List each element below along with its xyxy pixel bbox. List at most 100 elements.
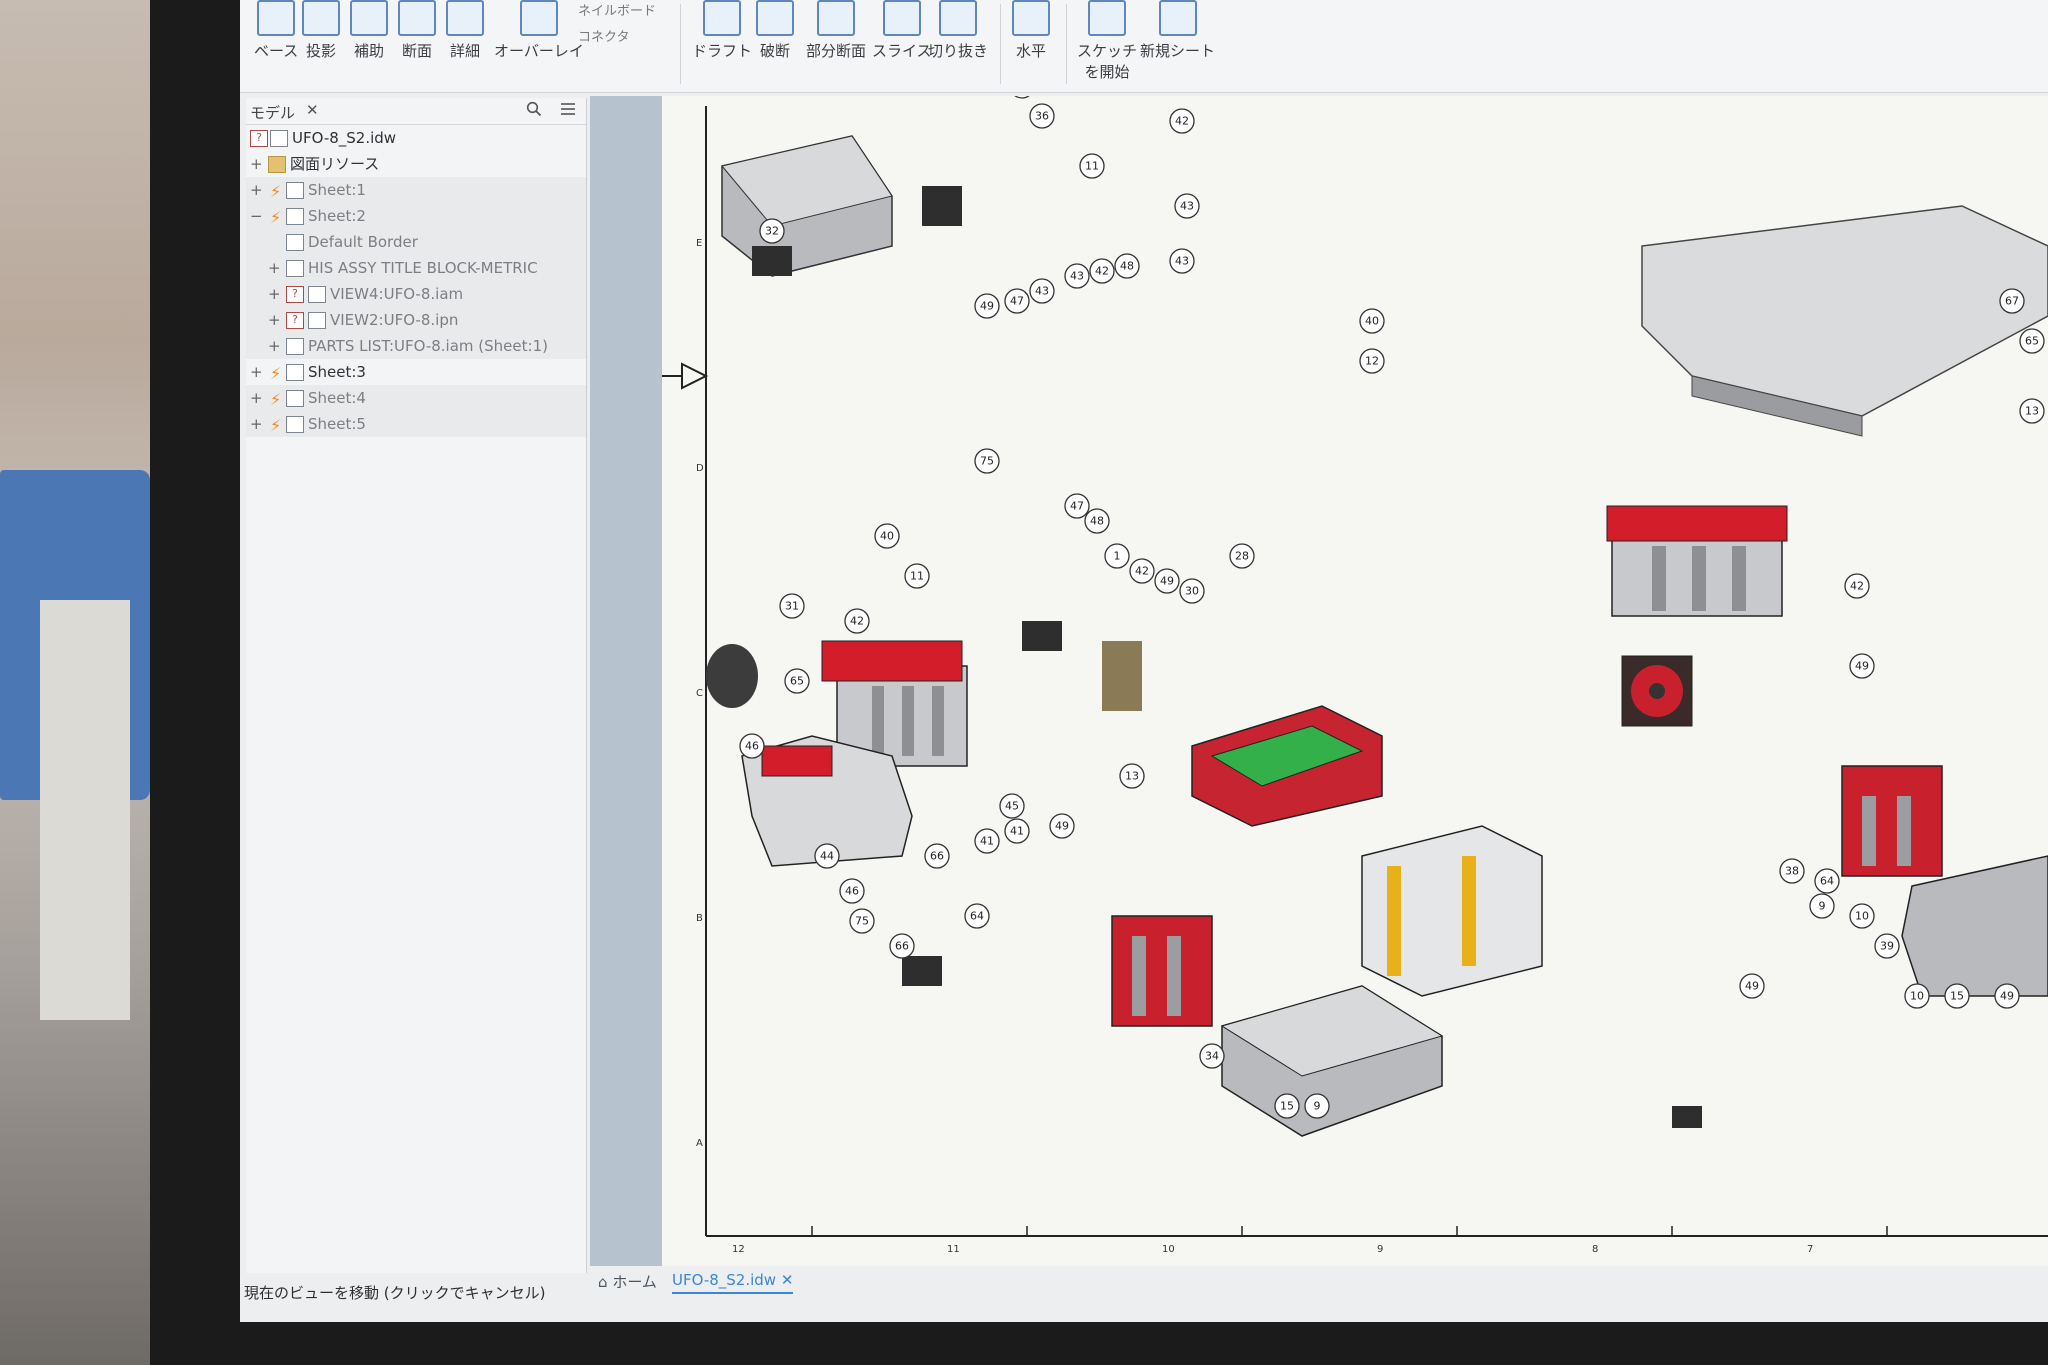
item-balloon[interactable]: 65 [2019,328,2045,354]
break-button[interactable]: 破断 [756,0,794,61]
item-balloon[interactable]: 42 [1009,73,1035,99]
item-balloon[interactable]: 30 [1179,578,1205,604]
item-balloon[interactable]: 75 [849,908,875,934]
drawing-sheet[interactable]: E D C B A 12 11 10 9 8 7 36 11 32 42 43 … [662,73,2048,1266]
overlay-view-button[interactable]: オーバーレイ [494,0,584,61]
item-balloon[interactable]: 48 [1114,253,1140,279]
expand-icon[interactable]: + [268,333,281,359]
item-balloon[interactable]: 49 [1154,568,1180,594]
item-balloon[interactable]: 10 [1904,983,1930,1009]
tree-item-view4[interactable]: +? VIEW4:UFO-8.iam [246,281,586,307]
detail-view-button[interactable]: 詳細 [446,0,484,61]
nailboard-button[interactable]: ネイルボード [578,0,656,19]
item-balloon[interactable]: 39 [1874,933,1900,959]
tree-item-parts-list[interactable]: + PARTS LIST:UFO-8.iam (Sheet:1) [246,333,586,359]
tree-item-sheet-1[interactable]: + ⚡ Sheet:1 [246,177,586,203]
tab-home[interactable]: ⌂ ホーム [598,1271,657,1292]
item-balloon[interactable]: 43 [1174,193,1200,219]
item-balloon[interactable]: 31 [779,593,805,619]
item-balloon[interactable]: 49 [1994,983,2020,1009]
start-sketch-button[interactable]: スケッチを開始 [1072,0,1142,82]
item-balloon[interactable]: 66 [889,933,915,959]
crop-button[interactable]: 切り抜き [928,0,988,61]
collapse-icon[interactable]: − [250,203,263,229]
item-balloon[interactable]: 42 [1089,258,1115,284]
item-balloon[interactable]: 15 [1274,1093,1300,1119]
close-icon[interactable]: ✕ [306,101,319,119]
item-balloon[interactable]: 49 [974,293,1000,319]
projected-view-button[interactable]: 投影 [302,0,340,61]
item-balloon[interactable]: 11 [1079,153,1105,179]
item-balloon[interactable]: 46 [839,878,865,904]
item-balloon[interactable]: 43 [1029,278,1055,304]
item-balloon[interactable]: 13 [1119,763,1145,789]
item-balloon[interactable]: 40 [874,523,900,549]
tree-item-sheet-2[interactable]: − ⚡ Sheet:2 [246,203,586,229]
item-balloon[interactable]: 32 [759,218,785,244]
item-balloon[interactable]: 11 [904,563,930,589]
item-balloon[interactable]: 64 [964,903,990,929]
item-balloon[interactable]: 34 [1199,1043,1225,1069]
item-balloon[interactable]: 42 [1129,558,1155,584]
tree-item-drawing-resources[interactable]: + 図面リソース [246,151,586,177]
expand-icon[interactable]: + [250,385,263,411]
item-balloon[interactable]: 44 [814,843,840,869]
tree-item-drawing-file[interactable]: ? UFO-8_S2.idw [246,125,586,151]
item-balloon[interactable]: 46 [739,733,765,759]
tree-item-sheet-5[interactable]: + ⚡ Sheet:5 [246,411,586,437]
item-balloon[interactable]: 66 [924,843,950,869]
item-balloon[interactable]: 41 [974,828,1000,854]
item-balloon[interactable]: 43 [1064,263,1090,289]
item-balloon[interactable]: 9 [1304,1093,1330,1119]
item-balloon[interactable]: 28 [1229,543,1255,569]
connector-button[interactable]: コネクタ [578,26,629,45]
item-balloon[interactable]: 49 [1049,813,1075,839]
horizontal-align-button[interactable]: 水平 [1012,0,1050,61]
tree-item-sheet-3[interactable]: + ⚡ Sheet:3 [246,359,586,385]
tree-item-sheet-4[interactable]: + ⚡ Sheet:4 [246,385,586,411]
item-balloon[interactable]: 38 [1779,858,1805,884]
menu-icon[interactable] [560,101,576,121]
tab-active-document[interactable]: UFO-8_S2.idw ✕ [672,1271,794,1294]
item-balloon[interactable]: 12 [1359,348,1385,374]
item-balloon[interactable]: 47 [1004,288,1030,314]
expand-icon[interactable]: + [250,151,263,177]
auxiliary-view-button[interactable]: 補助 [350,0,388,61]
tree-item-view2[interactable]: +? VIEW2:UFO-8.ipn [246,307,586,333]
item-balloon[interactable]: 65 [784,668,810,694]
tree-item-default-border[interactable]: Default Border [246,229,586,255]
item-balloon[interactable]: 49 [1739,973,1765,999]
item-balloon[interactable]: 45 [999,793,1025,819]
new-sheet-button[interactable]: 新規シート [1140,0,1215,61]
item-balloon[interactable]: 9 [1809,893,1835,919]
expand-icon[interactable]: + [268,307,281,333]
slice-button[interactable]: スライス [872,0,932,61]
item-balloon[interactable]: 13 [2019,398,2045,424]
item-balloon[interactable]: 15 [1944,983,1970,1009]
item-balloon[interactable]: 40 [1359,308,1385,334]
item-balloon[interactable]: 1 [1104,543,1130,569]
expand-icon[interactable]: + [250,411,263,437]
item-balloon[interactable]: 36 [1029,103,1055,129]
tree-item-title-block[interactable]: + HIS ASSY TITLE BLOCK-METRIC [246,255,586,281]
item-balloon[interactable]: 41 [1004,818,1030,844]
search-icon[interactable] [526,101,542,121]
expand-icon[interactable]: + [268,255,281,281]
item-balloon[interactable]: 49 [1849,653,1875,679]
base-view-button[interactable]: ベース [254,0,298,61]
browser-tab-model[interactable]: モデル ✕ [246,98,586,125]
graphics-window[interactable]: E D C B A 12 11 10 9 8 7 36 11 32 42 43 … [590,73,2048,1266]
expand-icon[interactable]: + [250,177,263,203]
exploded-assembly-view[interactable]: EDCBA12 11 10 9 8 7 36113242434349 47434… [662,73,2048,1266]
item-balloon[interactable]: 75 [974,448,1000,474]
item-balloon[interactable]: 67 [1999,288,2025,314]
item-balloon[interactable]: 43 [1169,248,1195,274]
item-balloon[interactable]: 64 [1814,868,1840,894]
expand-icon[interactable]: + [268,281,281,307]
item-balloon[interactable]: 47 [1064,493,1090,519]
break-out-button[interactable]: 部分断面 [806,0,866,61]
item-balloon[interactable]: 42 [844,608,870,634]
draft-view-button[interactable]: ドラフト [692,0,752,61]
expand-icon[interactable]: + [250,359,263,385]
item-balloon[interactable]: 10 [1849,903,1875,929]
